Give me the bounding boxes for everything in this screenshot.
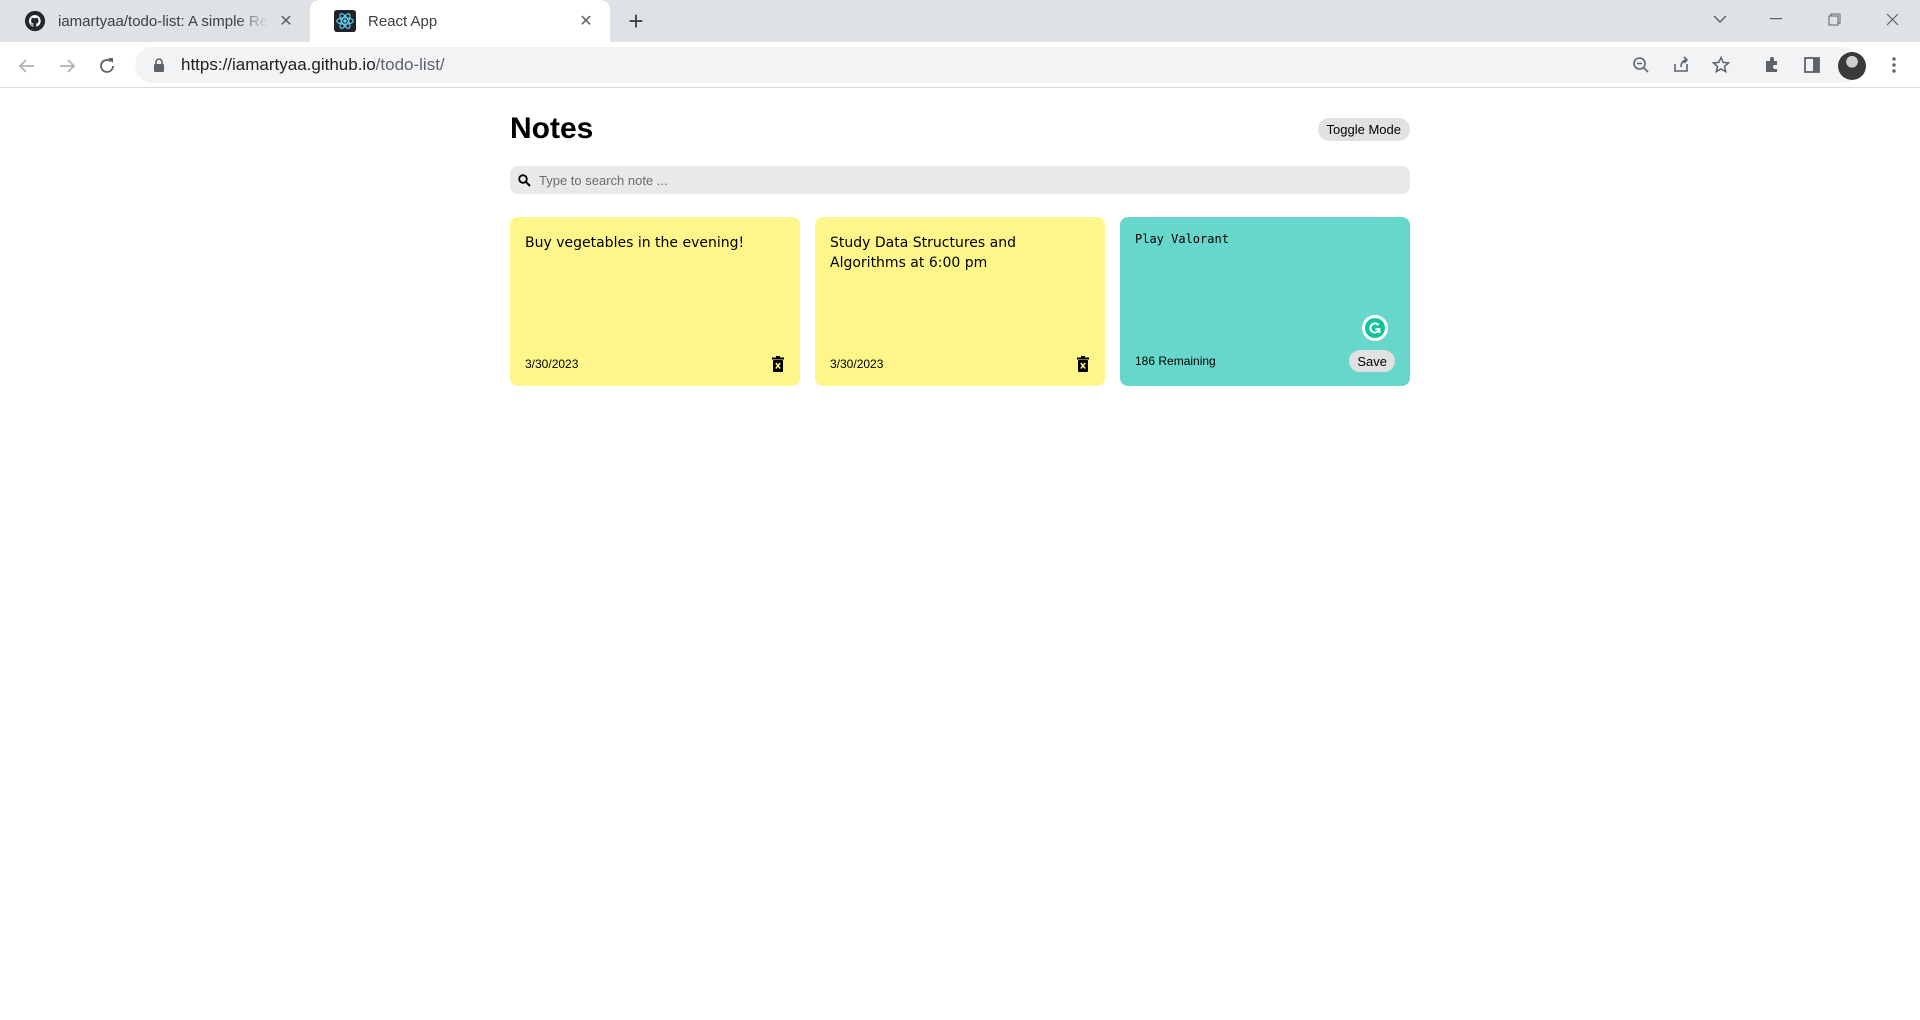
github-icon	[24, 10, 46, 32]
search-icon	[518, 173, 531, 187]
delete-icon[interactable]	[1076, 356, 1090, 372]
profile-avatar[interactable]	[1838, 52, 1866, 80]
reload-icon[interactable]	[91, 50, 123, 82]
bookmark-star-icon[interactable]	[1706, 50, 1736, 80]
new-tab-button[interactable]: +	[620, 6, 652, 36]
delete-icon[interactable]	[771, 356, 785, 372]
react-icon	[334, 10, 356, 32]
note-card[interactable]: Buy vegetables in the evening! 3/30/2023	[510, 217, 800, 386]
address-bar[interactable]: https://iamartyaa.github.io/todo-list/	[135, 47, 1860, 83]
tab-title: iamartyaa/todo-list: A simple React Note…	[58, 12, 268, 30]
search-bar	[510, 166, 1410, 194]
restore-icon[interactable]	[1806, 0, 1862, 38]
close-tab-icon[interactable]: ✕	[576, 11, 596, 31]
grammarly-icon[interactable]	[1362, 315, 1388, 341]
notes-list: Buy vegetables in the evening! 3/30/2023…	[510, 217, 1410, 386]
tab-search-icon[interactable]	[1692, 0, 1748, 38]
new-note-textarea[interactable]: Play Valorant	[1135, 232, 1395, 312]
close-tab-icon[interactable]: ✕	[276, 11, 296, 31]
tab-strip: iamartyaa/todo-list: A simple React Note…	[0, 0, 1920, 42]
tab-react-app[interactable]: React App ✕	[310, 0, 610, 42]
lock-icon[interactable]	[151, 57, 167, 73]
note-footer: 186 Remaining Save	[1135, 350, 1395, 372]
remaining-count: 186 Remaining	[1135, 354, 1216, 368]
url-path: /todo-list/	[375, 55, 445, 74]
note-footer: 3/30/2023	[525, 356, 785, 372]
note-date: 3/30/2023	[830, 357, 884, 371]
note-date: 3/30/2023	[525, 357, 579, 371]
extensions-icon[interactable]	[1757, 50, 1787, 80]
page-title: Notes	[510, 112, 594, 145]
share-icon[interactable]	[1666, 50, 1696, 80]
note-text: Buy vegetables in the evening!	[525, 235, 745, 251]
save-button[interactable]: Save	[1349, 350, 1395, 372]
search-input[interactable]	[537, 171, 1337, 189]
url-text[interactable]: https://iamartyaa.github.io/todo-list/	[181, 55, 445, 75]
note-footer: 3/30/2023	[830, 356, 1090, 372]
side-panel-icon[interactable]	[1797, 50, 1827, 80]
url-host: https://iamartyaa.github.io	[181, 55, 376, 74]
close-window-icon[interactable]	[1864, 0, 1920, 38]
minimize-icon[interactable]	[1748, 0, 1804, 38]
back-icon[interactable]	[11, 50, 43, 82]
notes-app: Notes Toggle Mode Buy vegetables in the …	[510, 88, 1410, 386]
note-card[interactable]: Study Data Structures and Algorithms at …	[815, 217, 1105, 386]
tab-title: React App	[368, 12, 438, 30]
app-header: Notes Toggle Mode	[510, 112, 1410, 146]
toggle-mode-button[interactable]: Toggle Mode	[1317, 117, 1410, 141]
note-text: Study Data Structures and Algorithms at …	[830, 235, 1016, 271]
menu-dots-icon[interactable]	[1879, 50, 1909, 80]
forward-icon[interactable]	[51, 50, 83, 82]
zoom-icon[interactable]	[1626, 50, 1656, 80]
browser-toolbar: https://iamartyaa.github.io/todo-list/	[0, 42, 1920, 88]
add-note-card: Play Valorant 186 Remaining Save	[1120, 217, 1410, 386]
tab-github[interactable]: iamartyaa/todo-list: A simple React Note…	[0, 0, 310, 42]
